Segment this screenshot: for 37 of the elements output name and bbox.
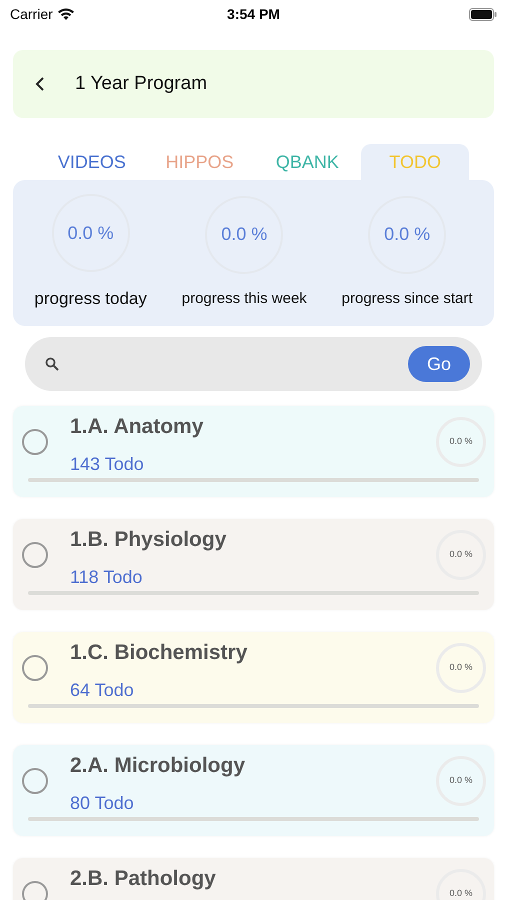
percent-value: 0.0 % — [449, 435, 472, 448]
todo-count: 118 Todo — [70, 566, 144, 588]
search-icon — [45, 357, 59, 371]
subject-title: 2.A. Microbiology — [70, 753, 246, 779]
percent-value: 0.0 % — [449, 887, 472, 900]
progress-label: progress since start — [342, 288, 473, 309]
progress-label: progress this week — [182, 288, 307, 309]
percent-value: 0.0 % — [449, 548, 472, 562]
back-button[interactable] — [35, 76, 45, 92]
subject-title: 1.A. Anatomy — [70, 414, 204, 440]
percent-value: 0.0 % — [449, 774, 472, 788]
battery-icon — [469, 8, 497, 20]
tab[interactable]: VIDEOS — [38, 144, 146, 180]
subject-card[interactable]: 1.C. Biochemistry 64 Todo 0.0 % — [13, 632, 494, 723]
percent-value: 0.0 % — [449, 661, 472, 674]
subject-card[interactable]: 2.B. Pathology 0.0 % — [13, 858, 494, 900]
search-field[interactable]: Go — [25, 337, 482, 391]
carrier-label: Carrier — [10, 4, 53, 24]
subject-title: 1.C. Biochemistry — [70, 640, 248, 666]
subject-card[interactable]: 2.A. Microbiology 80 Todo 0.0 % — [13, 745, 494, 836]
progress-value: 0.0 % — [221, 223, 268, 246]
page-title: 1 Year Program — [75, 72, 208, 96]
progress-label: progress today — [34, 288, 147, 310]
subject-title: 2.B. Pathology — [70, 866, 217, 892]
clock: 3:54 PM — [226, 4, 281, 24]
back-icon — [35, 76, 45, 92]
wifi-icon — [56, 8, 75, 20]
todo-count: 64 Todo — [70, 678, 135, 702]
progress-value: 0.0 % — [384, 223, 430, 246]
subject-title: 1.B. Physiology — [70, 527, 228, 553]
go-button[interactable]: Go — [408, 346, 470, 382]
subject-card[interactable]: 1.A. Anatomy 143 Todo 0.0 % — [13, 406, 494, 497]
todo-count: 80 Todo — [70, 792, 135, 814]
todo-count: 143 Todo — [70, 452, 145, 476]
tab[interactable]: QBANK — [254, 144, 362, 180]
subject-card[interactable]: 1.B. Physiology 118 Todo 0.0 % — [13, 519, 494, 610]
progress-value: 0.0 % — [68, 222, 114, 245]
